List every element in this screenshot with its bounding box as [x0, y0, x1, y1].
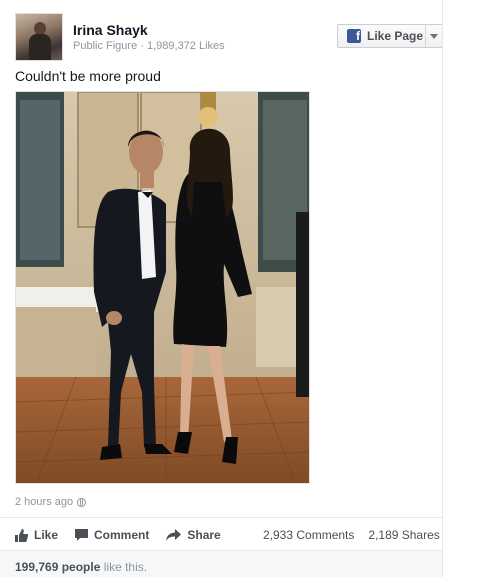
- facebook-icon: f: [347, 29, 361, 43]
- facebook-post: Irina Shayk Public Figure · 1,989,372 Li…: [0, 0, 442, 577]
- page-category: Public Figure: [73, 40, 138, 52]
- share-button[interactable]: Share: [166, 528, 221, 542]
- shares-count-link[interactable]: 2,189 Shares: [368, 528, 439, 542]
- divider: [0, 517, 442, 518]
- comment-icon: [75, 529, 89, 541]
- dropdown-caret-icon[interactable]: [430, 33, 438, 39]
- post-actions: Like Comment Share: [15, 527, 238, 543]
- likes-count-link[interactable]: 199,769 people: [15, 560, 100, 574]
- post-photo[interactable]: [15, 91, 310, 484]
- page-likes-count: 1,989,372 Likes: [146, 40, 225, 52]
- post-timestamp[interactable]: 2 hours ago: [15, 496, 87, 508]
- comment-button[interactable]: Comment: [75, 528, 149, 542]
- comments-count-link[interactable]: 2,933 Comments: [263, 528, 354, 542]
- like-button[interactable]: Like: [15, 528, 58, 542]
- post-caption: Couldn't be more proud: [15, 68, 161, 84]
- page-meta: Public Figure · 1,989,372 Likes: [73, 40, 225, 52]
- page-name-link[interactable]: Irina Shayk: [73, 22, 148, 38]
- share-label: Share: [187, 528, 221, 542]
- card-border: [442, 0, 443, 577]
- like-page-button[interactable]: f Like Page: [337, 24, 442, 48]
- page-avatar[interactable]: [15, 13, 63, 61]
- like-label: Like: [34, 528, 59, 542]
- likes-summary: 199,769 people like this.: [15, 560, 147, 574]
- post-counts: 2,933 Comments 2,189 Shares: [263, 528, 442, 542]
- like-page-label: Like Page: [367, 29, 424, 43]
- comment-label: Comment: [94, 528, 150, 542]
- share-icon: [166, 529, 182, 541]
- thumbs-up-icon: [15, 528, 28, 542]
- likes-suffix: like this.: [103, 560, 148, 574]
- globe-icon: [77, 497, 87, 507]
- timestamp-text: 2 hours ago: [15, 496, 74, 508]
